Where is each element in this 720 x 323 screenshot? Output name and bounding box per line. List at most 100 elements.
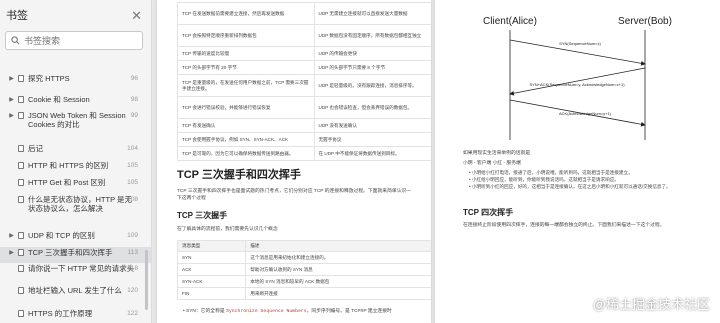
- table-cell: UDP 的传输会更快: [313, 46, 431, 61]
- document-page-right: Client(Alice) Server(Bob) SYN(SequenceNu…: [435, 0, 720, 323]
- bookmark-icon: [18, 112, 24, 119]
- bookmark-sidebar: 书签 ✕ ▶ 探究 HTTPS 96 ▶ Cookie 和 Session 98 ▶ JSON…: [0, 0, 152, 323]
- chevron-right-icon[interactable]: ▶: [7, 74, 16, 84]
- sidebar-title: 书签: [6, 10, 28, 22]
- table-cell: UDP 是轻量级的。没有跟踪连接，消息排序等。: [313, 74, 431, 97]
- chevron-right-icon[interactable]: ▶: [7, 111, 16, 121]
- table-cell: UDP 也会错误检查，但会丢弃错误的数据包。: [313, 96, 431, 119]
- table-row: SYN-ACK 本地的 SYN 消息和较早的 ACK 数据包: [176, 275, 431, 288]
- sidebar-item-page: 109: [127, 232, 138, 239]
- sidebar-item[interactable]: 地址栏输入 URL 发生了什么 120: [0, 285, 151, 308]
- table-cell: 帮助对方确认收到的 SYN 消息: [245, 263, 431, 276]
- table-header-row: 消息类型 描述: [176, 240, 431, 252]
- sidebar-item[interactable]: HTTP Get 和 Post 区别 105: [0, 177, 151, 194]
- sidebar-item-page: 99: [130, 112, 138, 119]
- sidebar-scrollbar[interactable]: [145, 250, 148, 310]
- list-item: • 小明给小红打电话，接通了后，小明说喂，能听到吗，这就相当于是连接建立。: [469, 170, 633, 175]
- sidebar-item-label: 请你说一下 HTTP 常见的请求头: [28, 264, 135, 273]
- table-cell: TCP 的头部字节有 20 字节: [177, 60, 315, 75]
- sidebar-item[interactable]: ▶ Cookie 和 Session 98: [0, 94, 151, 110]
- table-cell: 无握手协议: [313, 132, 431, 147]
- sidebar-item-page: 122: [127, 310, 138, 317]
- sidebar-item[interactable]: ▶ UDP 和 TCP 的区别 109: [0, 230, 151, 247]
- sidebar-item-page: 105: [127, 179, 138, 186]
- table-cell: UDP 无需建立连接就可以直接发送大量数据: [313, 2, 431, 25]
- table-row: FIN 用来断开连接: [176, 287, 431, 300]
- sidebar-item[interactable]: ▶ JSON Web Token 和 Session Cookies 的对比 99: [0, 110, 151, 143]
- roles-line: 小明 - 客户端 小红 - 服务端: [463, 161, 521, 166]
- table-cell: 本地的 SYN 消息和较早的 ACK 数据包: [245, 275, 431, 288]
- table-header-cell: 消息类型: [176, 240, 247, 252]
- table-row: TCP 会按照特定顺序重新排列数据包 UDP 数据包没有固定顺序，所有数据包都相互…: [177, 24, 431, 47]
- sidebar-item-label: 什么是无状态协议，HTTP 是无状态协议么，怎么解决: [28, 195, 133, 213]
- sidebar-item[interactable]: 什么是无状态协议，HTTP 是无状态协议么，怎么解决 108: [0, 194, 151, 230]
- chevron-right-icon[interactable]: ▶: [7, 248, 16, 258]
- table-cell: UDP 的头部字节只需要 8 个字节: [313, 60, 431, 75]
- table-cell: ACK: [176, 263, 247, 276]
- sidebar-item-label: JSON Web Token 和 Session Cookies 的对比: [28, 111, 126, 129]
- list-item-text: 小明给小红打电话，接通了后，小明说喂，能听到吗，这就相当于是连接建立。: [471, 170, 633, 175]
- sidebar-item-page: 120: [127, 287, 138, 294]
- table-row: TCP 在发送数据前需要建立连接，然后再发送数据 UDP 无需建立连接就可以直接发…: [177, 2, 431, 25]
- table-row: TCP 会使用握手协议，例如 SYN、SYN-ACK、ACK 无握手协议: [177, 132, 431, 147]
- syn-ack-message-label: SYN+ACK(SequenceNum=y, AcknowledgeNum=x+…: [529, 82, 625, 87]
- table-cell: TCP 会使用握手协议，例如 SYN、SYN-ACK、ACK: [177, 132, 315, 147]
- bookmark-icon: [18, 287, 24, 294]
- document-viewer[interactable]: TCP 在发送数据前需要建立连接，然后再发送数据 UDP 无需建立连接就可以直接发…: [153, 0, 720, 323]
- sidebar-item-page: 98: [130, 96, 138, 103]
- sidebar-item[interactable]: ▶ 探究 HTTPS 96: [0, 73, 151, 94]
- sidebar-item-label: 探究 HTTPS: [28, 74, 70, 83]
- sidebar-item-page: 104: [127, 145, 138, 152]
- table-cell: TCP 会进行错误校验，并能够进行错误恢复: [177, 96, 315, 119]
- list-item: • 小明听到小红的回应，好的，这相当于是连接确认。在这之后小明和小红就可以通话/…: [469, 184, 671, 189]
- table-row: TCP 的头部字节有 20 字节 UDP 的头部字节只需要 8 个字节: [177, 60, 431, 75]
- bookmark-icon: [18, 145, 24, 152]
- sidebar-item-label: TCP 三次握手和四次挥手: [28, 248, 113, 257]
- table-cell: TCP 是可靠的，因为它可以确保将数据传送到路由器。: [177, 146, 315, 161]
- bookmark-search-box[interactable]: [5, 31, 143, 50]
- subsection-intro: 在了解具体的流程前，我们需要先认识几个概念: [177, 227, 278, 232]
- sidebar-item-page: 108: [127, 196, 138, 203]
- table-cell: FIN: [176, 287, 247, 300]
- table-row: ACK 帮助对方确认收到的 SYN 消息: [176, 263, 431, 276]
- sidebar-item[interactable]: 请你说一下 HTTP 常见的请求头 118: [0, 263, 151, 285]
- bookmark-icon: [18, 162, 24, 169]
- sidebar-item[interactable]: ▶ TCP 三次握手和四次挥手 113: [0, 247, 151, 263]
- table-row: SYN 这个消息是用来初始化和建立连接的。: [176, 251, 431, 264]
- server-label: Server(Bob): [618, 16, 672, 27]
- sidebar-item-page: 118: [127, 265, 138, 272]
- bullet-text: SYN：它的全称是: [186, 309, 225, 314]
- ack-message-label: ACK(AcknowledgeNum=y+1): [559, 111, 612, 116]
- sidebar-item-page: 96: [130, 75, 138, 82]
- table-row: TCP 是重量级的，在发送任何用户数据之前，TCP 需要三次握手建立连接。 UDP…: [177, 74, 431, 97]
- table-cell: UDP 没有发送确认: [313, 118, 431, 133]
- table-cell: 这个消息是用来初始化和建立连接的。: [245, 251, 431, 264]
- table-cell: TCP 在发送数据前需要建立连接，然后再发送数据: [177, 2, 315, 25]
- sidebar-item[interactable]: HTTP 和 HTTPS 的区别 105: [0, 160, 151, 177]
- bookmark-list: ▶ 探究 HTTPS 96 ▶ Cookie 和 Session 98 ▶ JSON Web …: [0, 73, 151, 323]
- list-item: • SYN：它的全称是 Synchronize Sequence Numbers…: [183, 309, 392, 314]
- chevron-right-icon[interactable]: ▶: [7, 231, 16, 241]
- sidebar-item[interactable]: 后记 104: [0, 143, 151, 160]
- sidebar-item-label: UDP 和 TCP 的区别: [28, 231, 95, 240]
- sidebar-item-page: 105: [127, 162, 138, 169]
- watermark: @稀土掘金技术社区: [592, 297, 710, 312]
- section-heading: TCP 三次握手和四次挥手: [177, 169, 301, 181]
- bookmark-icon: [18, 249, 24, 256]
- table-cell: SYN: [176, 251, 247, 264]
- search-icon: [11, 36, 20, 45]
- table-row: TCP 有发送确认 UDP 没有发送确认: [177, 118, 431, 133]
- inline-code: Synchronize Sequence Numbers: [226, 309, 307, 314]
- list-item: • 小红给小明回应，能听到，你能听到我说话吗，这就相当于是请求响应。: [469, 177, 619, 182]
- bookmark-icon: [18, 75, 24, 82]
- subsection-intro: 在连接终止阶段使用四次挥手，连接的每一端都会独立的终止。下面我们来描述一下这个过…: [463, 223, 665, 228]
- sidebar-item[interactable]: HTTPS 的工作原理 122: [0, 308, 151, 323]
- close-icon[interactable]: ✕: [131, 9, 142, 22]
- table-cell: UDP 数据包没有固定顺序，所有数据包都相互独立: [313, 24, 431, 47]
- table-row: TCP 传输的速度比较慢 UDP 的传输会更快: [177, 46, 431, 61]
- chevron-right-icon[interactable]: ▶: [7, 95, 16, 105]
- bookmark-icon: [18, 179, 24, 186]
- table-cell: TCP 有发送确认: [177, 118, 315, 133]
- bookmark-search-input[interactable]: [24, 35, 137, 46]
- table-cell: 用来断开连接: [245, 287, 431, 300]
